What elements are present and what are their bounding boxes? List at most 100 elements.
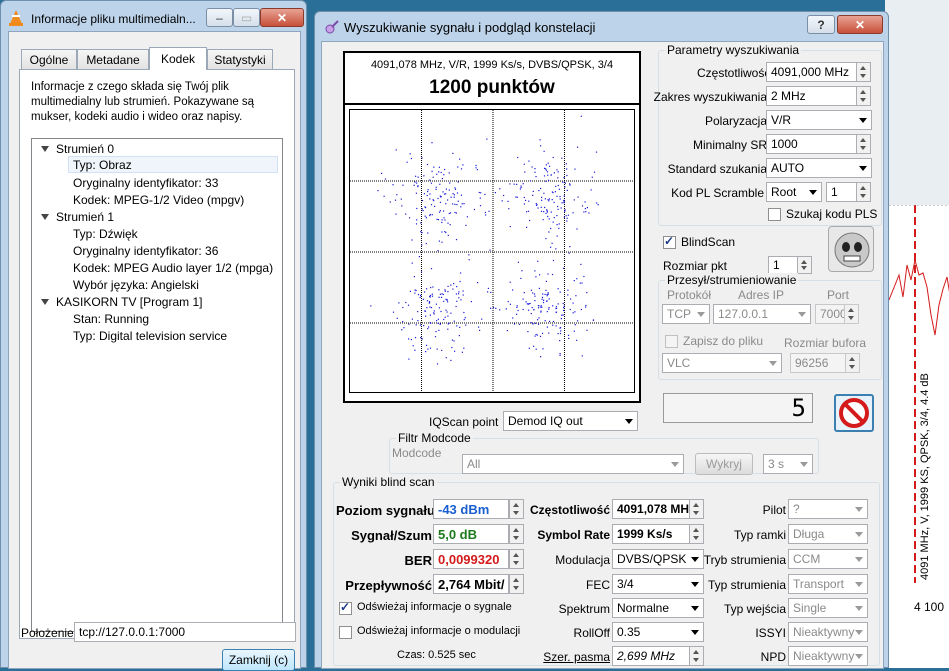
tree-item[interactable]: Oryginalny identyfikator: 33 bbox=[73, 176, 218, 190]
constellation-point bbox=[445, 231, 447, 234]
constellation-point bbox=[579, 282, 581, 284]
expand-program-icon[interactable] bbox=[41, 299, 49, 305]
constellation-point bbox=[478, 326, 480, 328]
modcode-select[interactable]: All bbox=[462, 454, 684, 474]
frame-type-select[interactable]: Długa bbox=[788, 524, 868, 544]
constellation-point bbox=[535, 348, 537, 350]
constellation-point bbox=[412, 345, 414, 347]
refresh-mod-label[interactable]: Odświeżaj informacje o modulacji bbox=[357, 625, 520, 637]
constellation-point bbox=[559, 353, 561, 355]
constellation-point bbox=[492, 307, 495, 309]
result-freq-label: Częstotliwość bbox=[529, 503, 610, 517]
detect-button[interactable]: Wykryj bbox=[695, 453, 753, 475]
tab-kodek[interactable]: Kodek bbox=[149, 47, 207, 70]
minimize-button[interactable]: – bbox=[206, 8, 233, 27]
pl-scramble-spinner[interactable] bbox=[856, 182, 871, 202]
min-sr-spinner[interactable] bbox=[856, 134, 871, 154]
protocol-select[interactable]: TCP bbox=[662, 304, 710, 324]
close-scan-button[interactable]: ✕ bbox=[837, 15, 883, 34]
constellation-point bbox=[411, 239, 413, 241]
buffer-input[interactable]: 96256 bbox=[790, 353, 846, 373]
refresh-mod-checkbox[interactable] bbox=[339, 626, 352, 639]
range-input[interactable]: 2 MHz bbox=[766, 86, 857, 106]
freq-spinner[interactable] bbox=[856, 62, 871, 82]
expand-stream1-icon[interactable] bbox=[41, 214, 49, 220]
tree-item[interactable]: Wybór języka: Angielski bbox=[73, 278, 199, 292]
rolloff-select[interactable]: 0.35 bbox=[612, 622, 704, 642]
tree-item[interactable]: Stan: Running bbox=[73, 312, 149, 326]
point-size-input[interactable]: 1 bbox=[768, 256, 798, 274]
blindscan-label[interactable]: BlindScan bbox=[681, 235, 735, 249]
constellation-point bbox=[555, 325, 557, 327]
tree-node-stream1[interactable]: Strumień 1 bbox=[56, 210, 114, 224]
constellation-point bbox=[552, 324, 554, 326]
constellation-point bbox=[522, 308, 524, 311]
spectrum-select[interactable]: Normalne bbox=[612, 598, 704, 618]
iqscan-select[interactable]: Demod IQ out bbox=[503, 411, 638, 431]
constellation-point bbox=[429, 198, 431, 200]
constellation-point bbox=[575, 295, 577, 297]
pl-scramble-mode-select[interactable]: Root bbox=[766, 182, 822, 202]
constellation-point bbox=[445, 188, 447, 190]
help-button[interactable]: ? bbox=[807, 15, 835, 34]
port-input[interactable]: 7000 bbox=[815, 304, 845, 324]
constellation-point bbox=[423, 193, 425, 195]
save-file-label[interactable]: Zapisz do pliku bbox=[683, 334, 763, 348]
tree-item[interactable]: Typ: Obraz bbox=[68, 156, 278, 173]
fec-select[interactable]: 3/4 bbox=[612, 574, 704, 594]
frame-type-label: Typ ramki bbox=[733, 528, 786, 542]
save-file-checkbox[interactable] bbox=[665, 335, 678, 348]
refresh-signal-checkbox[interactable] bbox=[339, 600, 352, 615]
pls-search-label[interactable]: Szukaj kodu PLS bbox=[786, 207, 877, 221]
tree-node-stream0[interactable]: Strumień 0 bbox=[56, 142, 114, 156]
constellation-point bbox=[517, 156, 519, 159]
stream-type-select[interactable]: Transport bbox=[788, 574, 868, 594]
constellation-point bbox=[541, 199, 543, 201]
constellation-point bbox=[509, 183, 511, 185]
close-window-button[interactable]: ✕ bbox=[260, 8, 304, 27]
codec-tree[interactable]: Strumień 0 Typ: Obraz Oryginalny identyf… bbox=[31, 138, 283, 632]
pilot-select[interactable]: ? bbox=[788, 499, 868, 519]
tree-item[interactable]: Oryginalny identyfikator: 36 bbox=[73, 244, 218, 258]
freq-input[interactable]: 4091,000 MHz bbox=[766, 62, 857, 82]
ip-select[interactable]: 127.0.0.1 bbox=[713, 304, 811, 324]
tab-panel: Informacje z czego składa się Twój plik … bbox=[19, 69, 295, 639]
tree-item[interactable]: Typ: Digital television service bbox=[73, 329, 227, 343]
port-spinner[interactable] bbox=[844, 304, 859, 324]
input-type-select[interactable]: Single bbox=[788, 598, 868, 618]
scan-counter: 5 bbox=[663, 393, 813, 423]
tab-statystyki[interactable]: Statystyki bbox=[207, 49, 273, 69]
tab-ogolne[interactable]: Ogólne bbox=[21, 49, 77, 69]
refresh-signal-label[interactable]: Odświeżaj informacje o sygnale bbox=[357, 601, 512, 613]
modcode-time-select[interactable]: 3 s bbox=[763, 454, 813, 474]
constellation-point bbox=[563, 305, 565, 307]
pl-scramble-input[interactable]: 1 bbox=[826, 182, 857, 202]
constellation-point bbox=[541, 296, 544, 298]
buffer-spinner[interactable] bbox=[845, 353, 860, 373]
modulation-select[interactable]: DVBS/QPSK bbox=[612, 549, 704, 569]
constellation-point bbox=[499, 188, 501, 190]
location-field[interactable]: tcp://127.0.0.1:7000 bbox=[74, 622, 296, 642]
npd-select[interactable]: Nieaktywny bbox=[788, 646, 868, 666]
tree-node-program[interactable]: KASIKORN TV [Program 1] bbox=[56, 295, 203, 309]
tree-item[interactable]: Kodek: MPEG Audio layer 1/2 (mpga) bbox=[73, 261, 273, 275]
min-sr-input[interactable]: 1000 bbox=[766, 134, 857, 154]
search-std-select[interactable]: AUTO bbox=[766, 158, 872, 178]
constellation-point bbox=[423, 175, 425, 177]
blindscan-checkbox[interactable] bbox=[663, 234, 676, 249]
constellation-point bbox=[417, 311, 419, 313]
tree-item[interactable]: Kodek: MPEG-1/2 Video (mpgv) bbox=[73, 193, 244, 207]
point-size-spinner[interactable] bbox=[797, 256, 812, 274]
tree-item[interactable]: Typ: Dźwięk bbox=[73, 227, 138, 241]
maximize-button[interactable]: ▭ bbox=[233, 8, 260, 27]
polarization-select[interactable]: V/R bbox=[766, 110, 872, 130]
range-spinner[interactable] bbox=[856, 86, 871, 106]
expand-stream0-icon[interactable] bbox=[41, 146, 49, 152]
stop-button[interactable] bbox=[834, 394, 874, 432]
spectrum-axis-tick: 4 100 bbox=[914, 600, 945, 614]
tab-metadane[interactable]: Metadane bbox=[77, 49, 149, 69]
stream-mode-select[interactable]: CCM bbox=[788, 549, 868, 569]
player-select[interactable]: VLC bbox=[662, 353, 782, 373]
issyi-select[interactable]: Nieaktywny bbox=[788, 622, 868, 642]
pls-search-checkbox[interactable] bbox=[768, 208, 781, 221]
